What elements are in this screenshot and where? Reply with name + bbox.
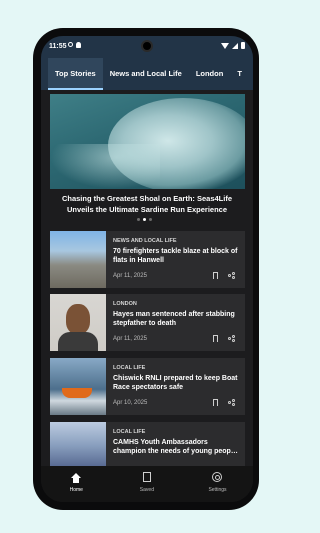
status-bar: 11:55: [41, 36, 253, 58]
carousel-dot[interactable]: [149, 218, 152, 221]
nav-saved-label: Saved: [139, 487, 154, 493]
nav-settings-label: Settings: [208, 487, 227, 493]
battery-icon: [241, 42, 245, 49]
article-thumbnail: [50, 294, 106, 351]
front-camera: [141, 40, 153, 52]
tab-top-stories[interactable]: Top Stories: [48, 58, 103, 90]
carousel-dot-active[interactable]: [143, 218, 146, 221]
tab-news-and-local-life[interactable]: News and Local Life: [103, 58, 189, 90]
lifeboat: [62, 388, 92, 398]
bell-icon: [76, 42, 81, 48]
bottom-navigation: Home Saved Settings: [41, 466, 253, 502]
nav-saved[interactable]: Saved: [112, 466, 183, 502]
portrait-face: [66, 304, 90, 334]
carousel-dots: [137, 218, 152, 221]
bookmark-icon[interactable]: [213, 335, 218, 342]
article-headline[interactable]: CAMHS Youth Ambassadors champion the nee…: [113, 438, 241, 456]
article-thumbnail: [50, 358, 106, 415]
article-headline[interactable]: 70 firefighters tackle blaze at block of…: [113, 247, 241, 265]
article-category: LOCAL LIFE: [113, 429, 146, 435]
article-card[interactable]: NEWS AND LOCAL LIFE 70 firefighters tack…: [50, 231, 245, 288]
saved-icon: [142, 472, 151, 482]
share-icon[interactable]: [228, 335, 235, 342]
carousel-dot[interactable]: [137, 218, 140, 221]
article-category: LONDON: [113, 301, 137, 307]
gear-icon: [212, 472, 223, 482]
article-headline[interactable]: Hayes man sentenced after stabbing stepf…: [113, 310, 241, 328]
home-icon: [71, 473, 81, 483]
wifi-icon: [221, 42, 229, 49]
tab-london[interactable]: London: [189, 58, 231, 90]
portrait-shirt: [58, 332, 98, 351]
tab-next[interactable]: T: [230, 58, 249, 90]
bookmark-icon[interactable]: [213, 399, 218, 406]
app-screen: 11:55 Top Stories News and Local Life Lo…: [41, 36, 253, 502]
article-card[interactable]: LOCAL LIFE Chiswick RNLI prepared to kee…: [50, 358, 245, 415]
article-date: Apr 11, 2025: [113, 273, 147, 279]
nav-home-label: Home: [69, 487, 83, 493]
signal-icon: [232, 42, 238, 49]
hero-image[interactable]: [50, 94, 245, 189]
nav-home[interactable]: Home: [41, 466, 112, 502]
share-icon[interactable]: [228, 399, 235, 406]
share-icon[interactable]: [228, 272, 235, 279]
article-card[interactable]: LONDON Hayes man sentenced after stabbin…: [50, 294, 245, 351]
article-thumbnail: [50, 231, 106, 288]
article-headline[interactable]: Chiswick RNLI prepared to keep Boat Race…: [113, 374, 241, 392]
article-date: Apr 10, 2025: [113, 400, 148, 406]
article-category: LOCAL LIFE: [113, 365, 146, 371]
article-category: NEWS AND LOCAL LIFE: [113, 238, 177, 244]
shield-icon: [68, 42, 73, 47]
status-time: 11:55: [49, 43, 67, 50]
category-tabs: Top Stories News and Local Life London T: [41, 58, 253, 90]
bookmark-icon[interactable]: [213, 272, 218, 279]
fish-cluster: [50, 144, 160, 189]
article-date: Apr 11, 2025: [113, 336, 147, 342]
hero-title[interactable]: Chasing the Greatest Shoal on Earth: Sea…: [51, 193, 243, 215]
nav-settings[interactable]: Settings: [182, 466, 253, 502]
